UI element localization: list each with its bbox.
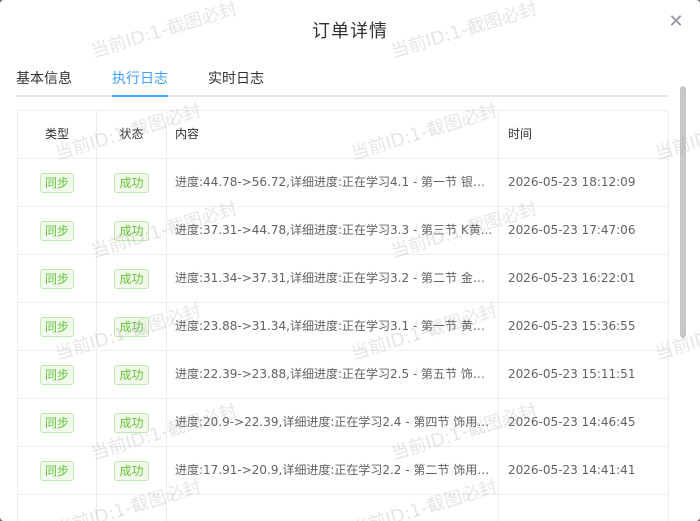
empty-cell [18, 495, 97, 521]
table-row: 同步 成功 进度:31.34->37.31,详细进度:正在学习3.2 - 第二节… [18, 255, 668, 303]
status-cell: 成功 [97, 447, 167, 494]
status-cell: 成功 [97, 255, 167, 302]
status-tag: 成功 [114, 268, 149, 289]
type-cell: 同步 [18, 447, 97, 494]
time-cell: 2026-05-23 14:46:45 [508, 415, 636, 429]
content-cell: 进度:17.91->20.9,详细进度:正在学习2.2 - 第二节 饰用贵... [167, 447, 499, 494]
active-tab-indicator [112, 95, 168, 97]
status-tag: 成功 [114, 316, 149, 337]
content-cell: 进度:23.88->31.34,详细进度:正在学习3.1 - 第一节 黄金... [167, 303, 499, 350]
time-cell: 2026-05-23 17:47:06 [508, 223, 636, 237]
time-cell: 2026-05-23 15:36:55 [508, 319, 636, 333]
type-tag: 同步 [39, 220, 74, 241]
status-cell: 成功 [97, 351, 167, 398]
table-header: 类型 状态 内容 时间 [18, 111, 668, 159]
content-cell: 进度:37.31->44.78,详细进度:正在学习3.3 - 第三节 K黄... [167, 207, 499, 254]
log-table: 类型 状态 内容 时间 同步 成功 进度:44.78->56.72,详细进度:正… [17, 110, 669, 521]
time-cell: 2026-05-23 14:41:41 [508, 463, 636, 477]
content-cell: 进度:22.39->23.88,详细进度:正在学习2.5 - 第五节 饰用... [167, 351, 499, 398]
status-tag: 成功 [114, 172, 149, 193]
close-icon[interactable]: ✕ [668, 13, 684, 31]
type-tag: 同步 [39, 172, 74, 193]
status-cell: 成功 [97, 399, 167, 446]
type-tag: 同步 [39, 268, 74, 289]
type-cell: 同步 [18, 399, 97, 446]
type-cell: 同步 [18, 255, 97, 302]
content-text: 进度:17.91->20.9,详细进度:正在学习2.2 - 第二节 饰用贵... [175, 463, 493, 477]
header-status: 状态 [97, 111, 167, 158]
header-content: 内容 [167, 111, 499, 158]
status-tag: 成功 [114, 364, 149, 385]
type-cell: 同步 [18, 303, 97, 350]
content-text: 进度:44.78->56.72,详细进度:正在学习4.1 - 第一节 银的... [175, 175, 493, 189]
table-row-partial [18, 495, 668, 521]
status-tag: 成功 [114, 412, 149, 433]
type-tag: 同步 [39, 316, 74, 337]
content-text: 进度:37.31->44.78,详细进度:正在学习3.3 - 第三节 K黄... [175, 223, 493, 237]
time-cell: 2026-05-23 15:11:51 [508, 367, 636, 381]
type-tag: 同步 [39, 460, 74, 481]
status-tag: 成功 [114, 220, 149, 241]
type-cell: 同步 [18, 159, 97, 206]
content-cell: 进度:44.78->56.72,详细进度:正在学习4.1 - 第一节 银的... [167, 159, 499, 206]
table-row: 同步 成功 进度:37.31->44.78,详细进度:正在学习3.3 - 第三节… [18, 207, 668, 255]
tab-realtime-log[interactable]: 实时日志 [208, 68, 264, 88]
header-type: 类型 [18, 111, 97, 158]
status-cell: 成功 [97, 303, 167, 350]
table-row: 同步 成功 进度:20.9->22.39,详细进度:正在学习2.4 - 第四节 … [18, 399, 668, 447]
order-detail-dialog: 订单详情 ✕ 基本信息 执行日志 实时日志 类型 状态 内容 时间 同步 成功 … [0, 0, 700, 521]
empty-cell [499, 495, 668, 521]
table-row: 同步 成功 进度:23.88->31.34,详细进度:正在学习3.1 - 第一节… [18, 303, 668, 351]
table-row: 同步 成功 进度:44.78->56.72,详细进度:正在学习4.1 - 第一节… [18, 159, 668, 207]
header-time: 时间 [508, 127, 533, 141]
dialog-title: 订单详情 [312, 21, 388, 42]
tab-bar: 基本信息 执行日志 实时日志 [16, 60, 669, 97]
type-cell: 同步 [18, 207, 97, 254]
type-cell: 同步 [18, 351, 97, 398]
content-cell: 进度:31.34->37.31,详细进度:正在学习3.2 - 第二节 金的... [167, 255, 499, 302]
type-tag: 同步 [39, 412, 74, 433]
content-cell: 进度:20.9->22.39,详细进度:正在学习2.4 - 第四节 饰用贵... [167, 399, 499, 446]
content-text: 进度:31.34->37.31,详细进度:正在学习3.2 - 第二节 金的... [175, 271, 493, 285]
content-text: 进度:22.39->23.88,详细进度:正在学习2.5 - 第五节 饰用... [175, 367, 493, 381]
empty-cell [167, 495, 499, 521]
time-cell: 2026-05-23 16:22:01 [508, 271, 636, 285]
time-cell: 2026-05-23 18:12:09 [508, 175, 636, 189]
table-row: 同步 成功 进度:17.91->20.9,详细进度:正在学习2.2 - 第二节 … [18, 447, 668, 495]
empty-cell [97, 495, 167, 521]
table-row: 同步 成功 进度:22.39->23.88,详细进度:正在学习2.5 - 第五节… [18, 351, 668, 399]
status-cell: 成功 [97, 159, 167, 206]
tab-execution-log[interactable]: 执行日志 [112, 68, 168, 88]
content-text: 进度:20.9->22.39,详细进度:正在学习2.4 - 第四节 饰用贵... [175, 415, 493, 429]
tab-basic-info[interactable]: 基本信息 [16, 68, 72, 88]
status-tag: 成功 [114, 460, 149, 481]
status-cell: 成功 [97, 207, 167, 254]
type-tag: 同步 [39, 364, 74, 385]
vertical-scrollbar[interactable] [680, 86, 686, 338]
content-text: 进度:23.88->31.34,详细进度:正在学习3.1 - 第一节 黄金... [175, 319, 493, 333]
